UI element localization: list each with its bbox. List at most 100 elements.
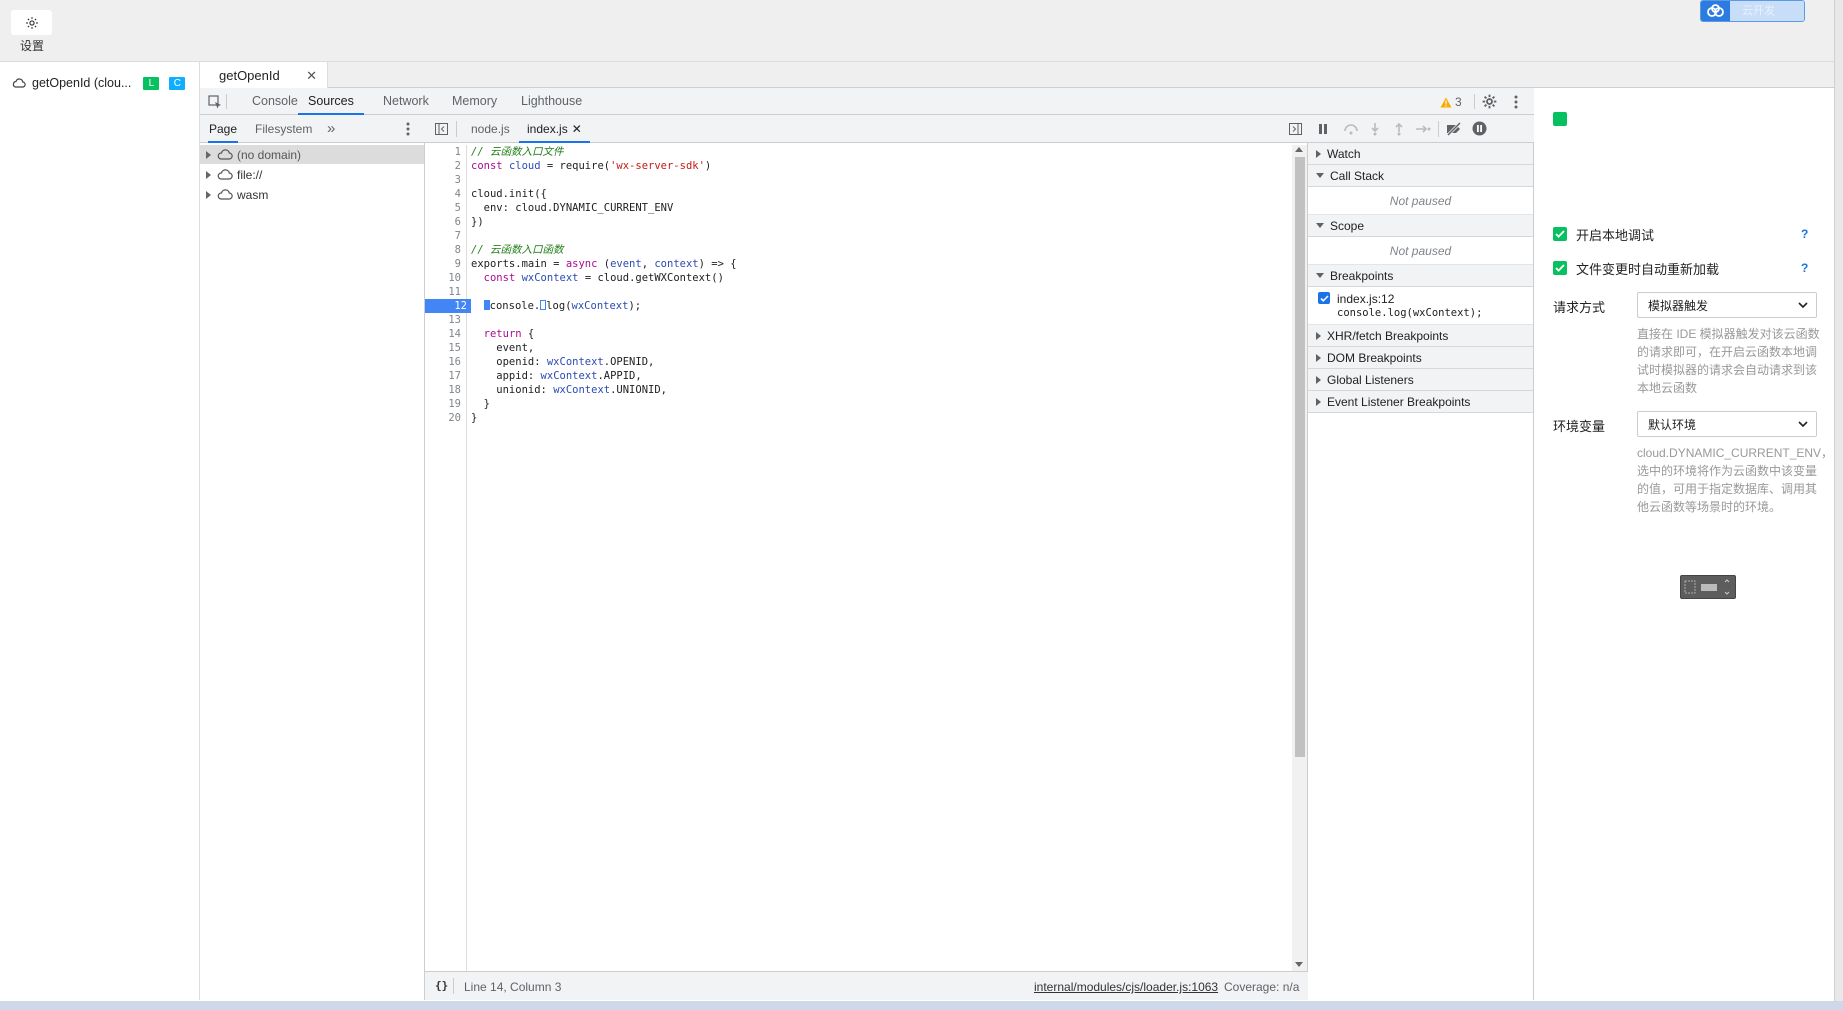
expand-arrow-icon [1316,331,1321,340]
cloud-icon [217,169,233,180]
tab-memory[interactable]: Memory [452,88,497,115]
keyboard-icon[interactable] [1680,575,1736,599]
scroll-down-icon[interactable] [1295,962,1303,967]
cloud-dev-button[interactable]: 云开发 [1700,0,1805,22]
devtools-settings-icon[interactable] [1482,94,1497,109]
window-scrollbar[interactable] [1834,0,1843,1010]
close-icon[interactable]: ✕ [572,115,582,141]
close-icon[interactable]: ✕ [306,68,317,84]
step-over-icon[interactable] [1343,123,1359,135]
step-icon[interactable] [1415,123,1431,135]
expand-arrow-icon[interactable] [206,170,211,179]
tab-filesystem[interactable]: Filesystem [255,115,312,143]
code-line: env: cloud.DYNAMIC_CURRENT_ENV [471,202,674,214]
tree-item-label: file:// [237,167,263,182]
step-out-icon[interactable] [1394,122,1404,136]
more-vert-icon[interactable] [406,122,410,136]
code-line: cloud.init({ [471,188,547,200]
section-title: Event Listener Breakpoints [1327,394,1471,409]
tree-item-no-domain[interactable]: (no domain) [200,145,424,164]
step-into-icon[interactable] [1370,122,1380,136]
settings-button[interactable] [11,10,52,35]
tree-item-wasm[interactable]: wasm [200,185,424,204]
code-line: } [471,412,478,424]
local-debug-checkbox[interactable] [1553,112,1567,126]
tab-index-js[interactable]: index.js ✕ [519,115,590,143]
collapse-arrow-icon [1316,223,1324,228]
code-line: const cloud = require('wx-server-sdk') [471,160,712,172]
tab-getopenid[interactable]: getOpenId ✕ [200,62,328,89]
expand-arrow-icon[interactable] [206,150,211,159]
cloud-badge: C [169,76,186,90]
tab-lighthouse[interactable]: Lighthouse [521,88,582,115]
collapse-arrow-icon [1316,273,1324,278]
toggle-navigator-icon[interactable] [435,123,448,135]
toolbar-divider [1474,94,1475,109]
code-line: exports.main = async (event, context) =>… [471,258,737,270]
debugger-sidebar: Watch Call Stack Not paused Scope Not pa… [1308,115,1534,1000]
scope-status: Not paused [1308,237,1533,265]
help-icon[interactable]: ? [1801,227,1808,241]
cursor-position: Line 14, Column 3 [464,980,562,994]
scroll-up-icon[interactable] [1295,147,1303,152]
code-line: return { [483,328,535,340]
editor-tabs: node.js index.js ✕ [425,115,1308,143]
code-line: event, [471,342,535,354]
section-scope[interactable]: Scope [1308,215,1533,237]
code-area[interactable]: // 云函数入口文件 const cloud = require('wx-ser… [425,145,1292,971]
section-watch[interactable]: Watch [1308,143,1533,165]
section-breakpoints[interactable]: Breakpoints [1308,265,1533,287]
code-line: appid: wxContext.APPID, [471,370,642,382]
scrollbar-thumb[interactable] [1295,157,1305,757]
tab-page[interactable]: Page [208,115,239,143]
request-method-select[interactable]: 模拟器触发 [1637,292,1817,318]
auto-reload-label: 文件变更时自动重新加载 [1576,262,1720,277]
local-debug-checkbox-box[interactable] [1553,227,1567,241]
inspect-element-icon[interactable] [208,95,222,109]
expand-arrow-icon [1316,353,1321,362]
section-global-listeners[interactable]: Global Listeners [1308,369,1533,391]
code-line: unionid: wxContext.UNIONID, [471,384,667,396]
section-event-listener-breakpoints[interactable]: Event Listener Breakpoints [1308,391,1533,413]
section-call-stack[interactable]: Call Stack [1308,165,1533,187]
tab-network[interactable]: Network [383,88,429,115]
breakpoint-checkbox[interactable] [1318,292,1330,304]
call-stack-status: Not paused [1308,187,1533,215]
cloud-icon [217,149,233,160]
tree-item-file[interactable]: file:// [200,165,424,184]
tab-console[interactable]: Console [252,88,298,115]
code-editor: node.js index.js ✕ 1 2 3 4 5 6 7 8 9 10 … [425,115,1308,1000]
breakpoint-entry[interactable]: index.js:12 console.log(wxContext); [1308,287,1533,325]
tree-item-label: (no domain) [237,147,302,162]
tab-node-js[interactable]: node.js [463,115,518,143]
check-icon [1319,294,1329,302]
pretty-print-icon[interactable]: {} [435,979,448,992]
chevron-down-icon [1798,421,1808,427]
section-title: Scope [1330,218,1365,233]
toggle-debugger-icon[interactable] [1289,123,1302,135]
more-vert-icon[interactable] [1514,95,1518,109]
section-title: Global Listeners [1327,372,1414,387]
auto-reload-checkbox[interactable] [1553,261,1567,275]
tab-sources[interactable]: Sources [298,88,364,115]
editor-status-bar: {} Line 14, Column 3 internal/modules/cj… [425,971,1308,1000]
pause-on-exceptions-icon[interactable] [1472,121,1487,136]
expand-arrow-icon[interactable] [206,190,211,199]
check-icon [1555,230,1565,238]
section-dom-breakpoints[interactable]: DOM Breakpoints [1308,347,1533,369]
help-icon[interactable]: ? [1801,261,1808,275]
sources-navigator: Page Filesystem » (no domain) file:// wa… [200,115,425,1000]
cloud-icon [1701,1,1730,21]
editor-scrollbar[interactable] [1292,145,1307,971]
collapse-arrow-icon [1316,173,1324,178]
expand-arrow-icon [1316,397,1321,406]
source-link[interactable]: internal/modules/cjs/loader.js:1063 [1034,980,1218,994]
section-xhr-breakpoints[interactable]: XHR/fetch Breakpoints [1308,325,1533,347]
more-tabs-icon[interactable]: » [327,115,335,143]
env-select[interactable]: 默认环境 [1637,411,1817,437]
warning-counter[interactable]: 3 [1440,95,1462,109]
expand-arrow-icon [1316,149,1321,158]
function-item[interactable]: getOpenId (clou... L C [12,75,186,91]
pause-icon[interactable] [1318,123,1328,135]
deactivate-breakpoints-icon[interactable] [1445,122,1463,136]
